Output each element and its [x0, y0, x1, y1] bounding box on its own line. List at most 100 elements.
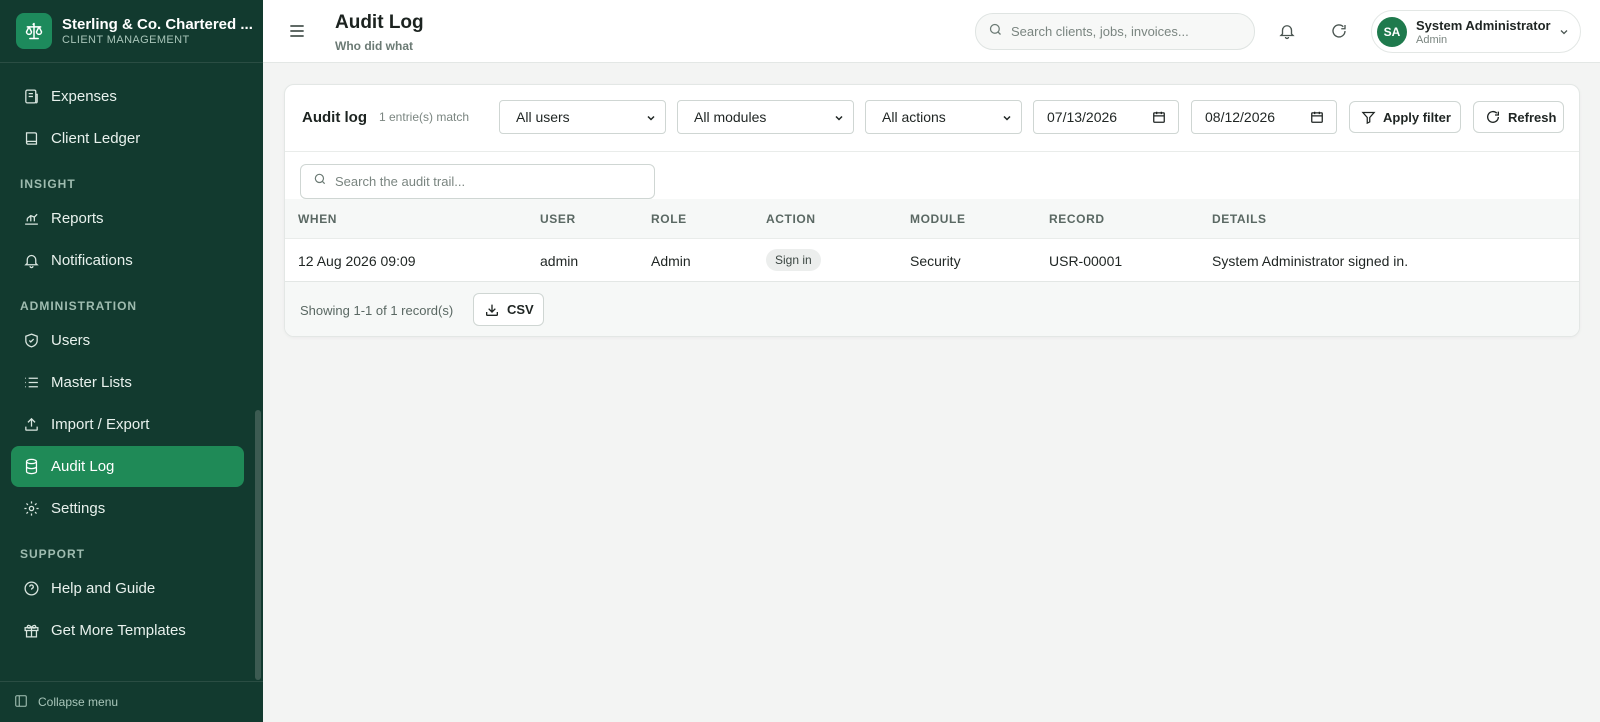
collapse-menu-button[interactable]: Collapse menu [0, 681, 263, 722]
section-support: SUPPORT [20, 547, 86, 561]
search-icon [988, 22, 1003, 42]
sidebar-item-users[interactable]: Users [11, 320, 244, 361]
chevron-down-icon [833, 111, 845, 127]
user-filter-select[interactable]: All users [499, 100, 666, 134]
cell-when: 12 Aug 2026 09:09 [298, 253, 416, 269]
sidebar-item-label: Help and Guide [51, 580, 156, 597]
global-search-input[interactable] [1011, 24, 1241, 39]
column-action[interactable]: ACTION [766, 212, 816, 226]
sidebar-item-label: Client Ledger [51, 130, 141, 147]
sidebar-item-audit-log[interactable]: Audit Log [11, 446, 244, 487]
hamburger-menu-icon[interactable] [287, 21, 307, 41]
sidebar-item-reports[interactable]: Reports [11, 198, 244, 239]
pagination-summary: Showing 1-1 of 1 record(s) [300, 303, 454, 318]
apply-filter-label: Apply filter [1383, 109, 1451, 125]
table-header: WHEN USER ROLE ACTION MODULE RECORD DETA… [285, 199, 1579, 239]
sidebar-item-label: Expenses [51, 88, 117, 105]
sidebar-item-settings[interactable]: Settings [11, 488, 244, 529]
table-footer: Showing 1-1 of 1 record(s) CSV [285, 282, 1579, 336]
action-filter-select[interactable]: All actions [865, 100, 1022, 134]
chevron-down-icon [1001, 111, 1013, 127]
chevron-down-icon [1558, 25, 1570, 43]
refresh-icon [1485, 109, 1501, 125]
export-csv-button[interactable]: CSV [473, 293, 544, 326]
date-from-value: 07/13/2026 [1047, 109, 1118, 125]
user-name: System Administrator [1416, 17, 1551, 33]
audit-trail-search-input[interactable] [335, 174, 635, 189]
sidebar-item-client-ledger[interactable]: Client Ledger [11, 118, 244, 159]
list-icon [22, 374, 40, 392]
global-search[interactable] [975, 13, 1255, 50]
section-administration: ADMINISTRATION [20, 299, 138, 313]
apply-filter-button[interactable]: Apply filter [1349, 101, 1461, 133]
card-title: Audit log [302, 109, 367, 126]
sidebar-item-label: Get More Templates [51, 622, 186, 639]
refresh-button[interactable]: Refresh [1473, 101, 1564, 133]
sidebar-item-master-lists[interactable]: Master Lists [11, 362, 244, 403]
filter-icon [1361, 110, 1376, 125]
calendar-icon[interactable] [1152, 110, 1166, 127]
sidebar-panel-icon [14, 694, 28, 711]
page-subtitle: Who did what [335, 39, 413, 53]
gift-icon [22, 622, 40, 640]
column-record[interactable]: RECORD [1049, 212, 1105, 226]
collapse-menu-label: Collapse menu [38, 695, 119, 709]
page-title: Audit Log [335, 12, 424, 33]
reload-icon[interactable] [1327, 19, 1351, 43]
brand[interactable]: Sterling & Co. Chartered ... CLIENT MANA… [0, 0, 263, 63]
user-filter-value: All users [516, 109, 570, 125]
calendar-icon[interactable] [1310, 110, 1324, 127]
column-module[interactable]: MODULE [910, 212, 966, 226]
module-filter-value: All modules [694, 109, 767, 125]
filter-bar: Audit log 1 entrie(s) match All users Al… [285, 85, 1579, 152]
sidebar-scrollbar[interactable] [255, 410, 261, 680]
book-icon [22, 130, 40, 148]
brand-subtitle: CLIENT MANAGEMENT [62, 34, 190, 46]
column-user[interactable]: USER [540, 212, 576, 226]
module-filter-select[interactable]: All modules [677, 100, 854, 134]
sidebar-item-import-export[interactable]: Import / Export [11, 404, 244, 445]
gear-icon [22, 500, 40, 518]
sidebar-item-label: Import / Export [51, 416, 150, 433]
help-circle-icon [22, 580, 40, 598]
section-insight: INSIGHT [20, 177, 76, 191]
action-badge: Sign in [766, 249, 821, 271]
sidebar-item-notifications[interactable]: Notifications [11, 240, 244, 281]
date-to-input[interactable]: 08/12/2026 [1191, 100, 1337, 134]
refresh-label: Refresh [1508, 109, 1557, 125]
sidebar-item-label: Users [51, 332, 91, 349]
notifications-bell-icon[interactable] [1275, 19, 1299, 43]
action-filter-value: All actions [882, 109, 946, 125]
bell-icon [22, 252, 40, 270]
user-role: Admin [1416, 33, 1448, 46]
column-role[interactable]: ROLE [651, 212, 687, 226]
bar-chart-icon [22, 210, 40, 228]
sidebar-item-label: Audit Log [51, 458, 115, 475]
sidebar-item-templates[interactable]: Get More Templates [11, 610, 244, 651]
receipt-icon [22, 88, 40, 106]
database-icon [22, 458, 40, 476]
cell-record: USR-00001 [1049, 253, 1123, 269]
sidebar-item-expenses[interactable]: Expenses [11, 76, 244, 117]
sidebar-nav: Expenses Client Ledger INSIGHT Reports N… [0, 63, 263, 681]
table-row[interactable]: 12 Aug 2026 09:09 admin Admin Sign in Se… [285, 239, 1579, 282]
topbar: Audit Log Who did what SA System Adminis… [263, 0, 1600, 63]
chevron-down-icon [645, 111, 657, 127]
upload-icon [22, 416, 40, 434]
sidebar-item-label: Reports [51, 210, 104, 227]
sidebar-item-label: Master Lists [51, 374, 132, 391]
sidebar: Sterling & Co. Chartered ... CLIENT MANA… [0, 0, 263, 722]
column-details[interactable]: DETAILS [1212, 212, 1267, 226]
avatar: SA [1377, 16, 1407, 47]
audit-log-card: Audit log 1 entrie(s) match All users Al… [284, 84, 1580, 337]
date-to-value: 08/12/2026 [1205, 109, 1276, 125]
audit-trail-search[interactable] [300, 164, 655, 199]
column-when[interactable]: WHEN [298, 212, 337, 226]
brand-name: Sterling & Co. Chartered ... [62, 16, 253, 33]
csv-label: CSV [507, 302, 534, 317]
date-from-input[interactable]: 07/13/2026 [1033, 100, 1179, 134]
sidebar-item-help[interactable]: Help and Guide [11, 568, 244, 609]
cell-details: System Administrator signed in. [1212, 253, 1409, 269]
user-menu[interactable]: SA System Administrator Admin [1371, 10, 1581, 53]
shield-icon [22, 332, 40, 350]
